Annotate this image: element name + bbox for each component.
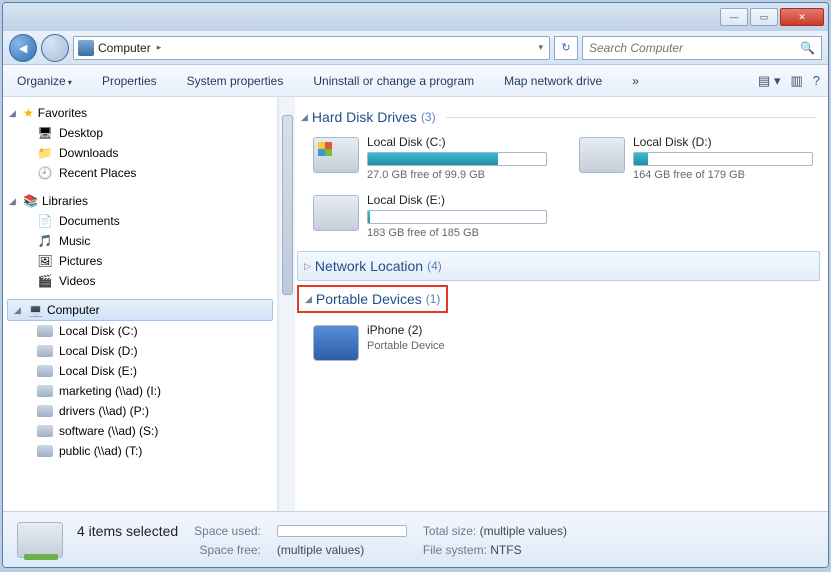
sidebar-item-downloads[interactable]: 📁Downloads [3,143,277,163]
sidebar-item-recent[interactable]: 🕘Recent Places [3,163,277,183]
sidebar-item-music[interactable]: 🎵Music [3,231,277,251]
drive-e[interactable]: Local Disk (E:) 183 GB free of 185 GB [313,193,553,239]
libraries-label: Libraries [42,194,88,208]
preview-pane-button[interactable]: ▥ [790,73,802,89]
recent-icon: 🕘 [37,166,53,180]
drive-status-icon [17,522,63,558]
drive-icon [37,345,53,357]
computer-icon [78,40,94,56]
nav-bar: ◄ Computer ▸ ▾ ↻ 🔍 [3,31,828,65]
command-bar: Organize Properties System properties Un… [3,65,828,97]
map-drive-button[interactable]: Map network drive [498,70,608,92]
uninstall-button[interactable]: Uninstall or change a program [307,70,480,92]
computer-header[interactable]: ◢ 💻 Computer [7,299,273,321]
group-hdd-header[interactable]: ◢ Hard Disk Drives (3) [297,103,820,129]
drive-icon [313,195,359,231]
sidebar-item-localdisk-c[interactable]: Local Disk (C:) [3,321,277,341]
view-options-button[interactable]: ▤ ▾ [758,73,780,89]
videos-icon: 🎬 [37,274,53,288]
libraries-icon: 📚 [23,194,38,208]
maximize-button[interactable]: ▭ [750,8,778,26]
usage-bar [633,152,813,166]
breadcrumb-root[interactable]: Computer [98,41,151,55]
collapse-icon: ◢ [305,294,312,305]
details-pane: 4 items selected Space used: Total size:… [3,511,828,567]
sidebar-item-localdisk-e[interactable]: Local Disk (E:) [3,361,277,381]
sidebar-item-net-software[interactable]: software (\\ad) (S:) [3,421,277,441]
computer-icon: 💻 [28,303,43,317]
address-bar[interactable]: Computer ▸ ▾ [73,36,550,60]
forward-button[interactable] [41,34,69,62]
content-pane: ◢ Hard Disk Drives (3) Local Disk (C:) 2… [295,97,828,511]
back-button[interactable]: ◄ [9,34,37,62]
network-drive-icon [37,385,53,397]
portable-device-iphone[interactable]: iPhone (2) Portable Device [313,323,553,361]
collapse-icon: ◢ [301,112,308,123]
sidebar-item-net-public[interactable]: public (\\ad) (T:) [3,441,277,461]
group-portable-header[interactable]: ◢ Portable Devices (1) [297,285,448,313]
properties-button[interactable]: Properties [96,70,163,92]
help-button[interactable]: ? [813,73,820,88]
star-icon: ★ [23,106,34,120]
pictures-icon: 🖼 [37,254,53,268]
search-icon: 🔍 [800,41,815,55]
status-selected: 4 items selected [77,523,178,539]
space-used-bar [277,525,407,537]
usage-bar [367,152,547,166]
organize-menu[interactable]: Organize [11,70,78,92]
music-icon: 🎵 [37,234,53,248]
system-properties-button[interactable]: System properties [181,70,290,92]
title-bar: ― ▭ ✕ [3,3,828,31]
drive-d[interactable]: Local Disk (D:) 164 GB free of 179 GB [579,135,819,181]
collapse-icon: ◢ [9,196,19,207]
breadcrumb-dropdown[interactable]: ▾ [538,42,543,53]
sidebar-item-desktop[interactable]: 🖥Desktop [3,123,277,143]
search-box[interactable]: 🔍 [582,36,822,60]
sidebar-item-documents[interactable]: 📄Documents [3,211,277,231]
search-input[interactable] [589,41,800,55]
minimize-button[interactable]: ― [720,8,748,26]
collapse-icon: ◢ [9,108,19,119]
libraries-header[interactable]: ◢ 📚 Libraries [3,191,277,211]
network-drive-icon [37,405,53,417]
sidebar-item-pictures[interactable]: 🖼Pictures [3,251,277,271]
drive-c[interactable]: Local Disk (C:) 27.0 GB free of 99.9 GB [313,135,553,181]
more-commands[interactable]: » [626,70,645,92]
computer-label: Computer [47,303,100,317]
usage-bar [367,210,547,224]
folder-icon: 📁 [37,146,53,160]
group-network-header[interactable]: ▷ Network Location (4) [297,251,820,281]
sidebar-item-net-marketing[interactable]: marketing (\\ad) (I:) [3,381,277,401]
chevron-right-icon[interactable]: ▸ [157,42,162,53]
drive-icon [579,137,625,173]
sidebar-scrollbar[interactable] [278,97,295,511]
drive-icon [37,325,53,337]
collapse-icon: ◢ [14,305,24,316]
desktop-icon: 🖥 [37,126,53,140]
sidebar-item-videos[interactable]: 🎬Videos [3,271,277,291]
favorites-label: Favorites [38,106,87,120]
close-button[interactable]: ✕ [780,8,824,26]
device-icon [313,325,359,361]
network-drive-icon [37,445,53,457]
drive-icon [313,137,359,173]
network-drive-icon [37,425,53,437]
favorites-header[interactable]: ◢ ★ Favorites [3,103,277,123]
expand-icon: ▷ [304,261,311,272]
drive-icon [37,365,53,377]
sidebar-item-net-drivers[interactable]: drivers (\\ad) (P:) [3,401,277,421]
navigation-pane: ◢ ★ Favorites 🖥Desktop 📁Downloads 🕘Recen… [3,97,278,511]
sidebar-item-localdisk-d[interactable]: Local Disk (D:) [3,341,277,361]
refresh-button[interactable]: ↻ [554,36,578,60]
document-icon: 📄 [37,214,53,228]
